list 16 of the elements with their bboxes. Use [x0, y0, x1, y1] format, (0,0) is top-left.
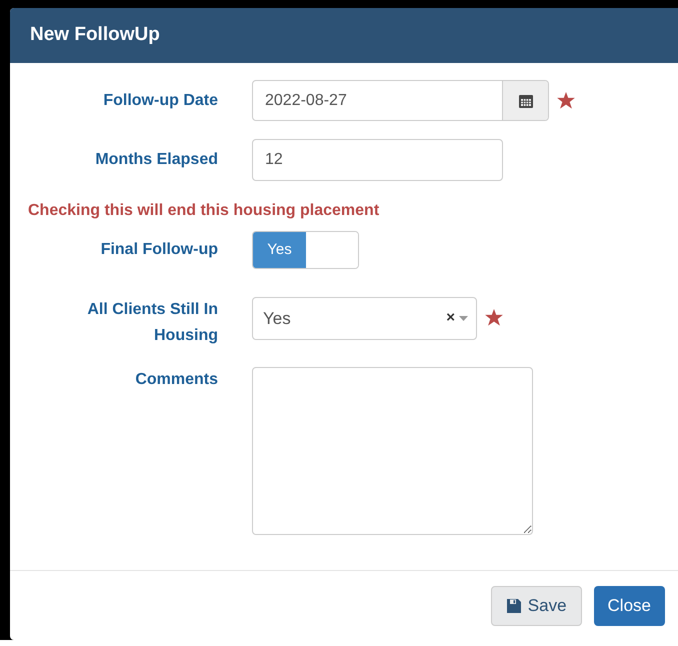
- warning-text: Checking this will end this housing placement: [28, 201, 380, 221]
- field-label: Follow-up Date: [103, 90, 218, 110]
- field-label: Final Follow-up: [100, 240, 218, 260]
- field-label: Months Elapsed: [95, 150, 218, 170]
- text-field[interactable]: 12: [252, 139, 503, 181]
- required-star-icon: [557, 92, 575, 109]
- required-star-icon: [485, 309, 503, 326]
- field-label: Comments: [135, 370, 218, 390]
- close-button[interactable]: Close: [594, 586, 665, 626]
- select-field[interactable]: Yes ×: [252, 297, 477, 340]
- dialog-title: New FollowUp: [30, 23, 160, 48]
- comments-field[interactable]: [252, 367, 533, 535]
- dropdown-caret-icon: [459, 316, 468, 321]
- save-button[interactable]: Save: [490, 586, 582, 626]
- toggle-switch[interactable]: Yes: [252, 231, 359, 269]
- field-label: All Clients Still In Housing: [86, 300, 218, 346]
